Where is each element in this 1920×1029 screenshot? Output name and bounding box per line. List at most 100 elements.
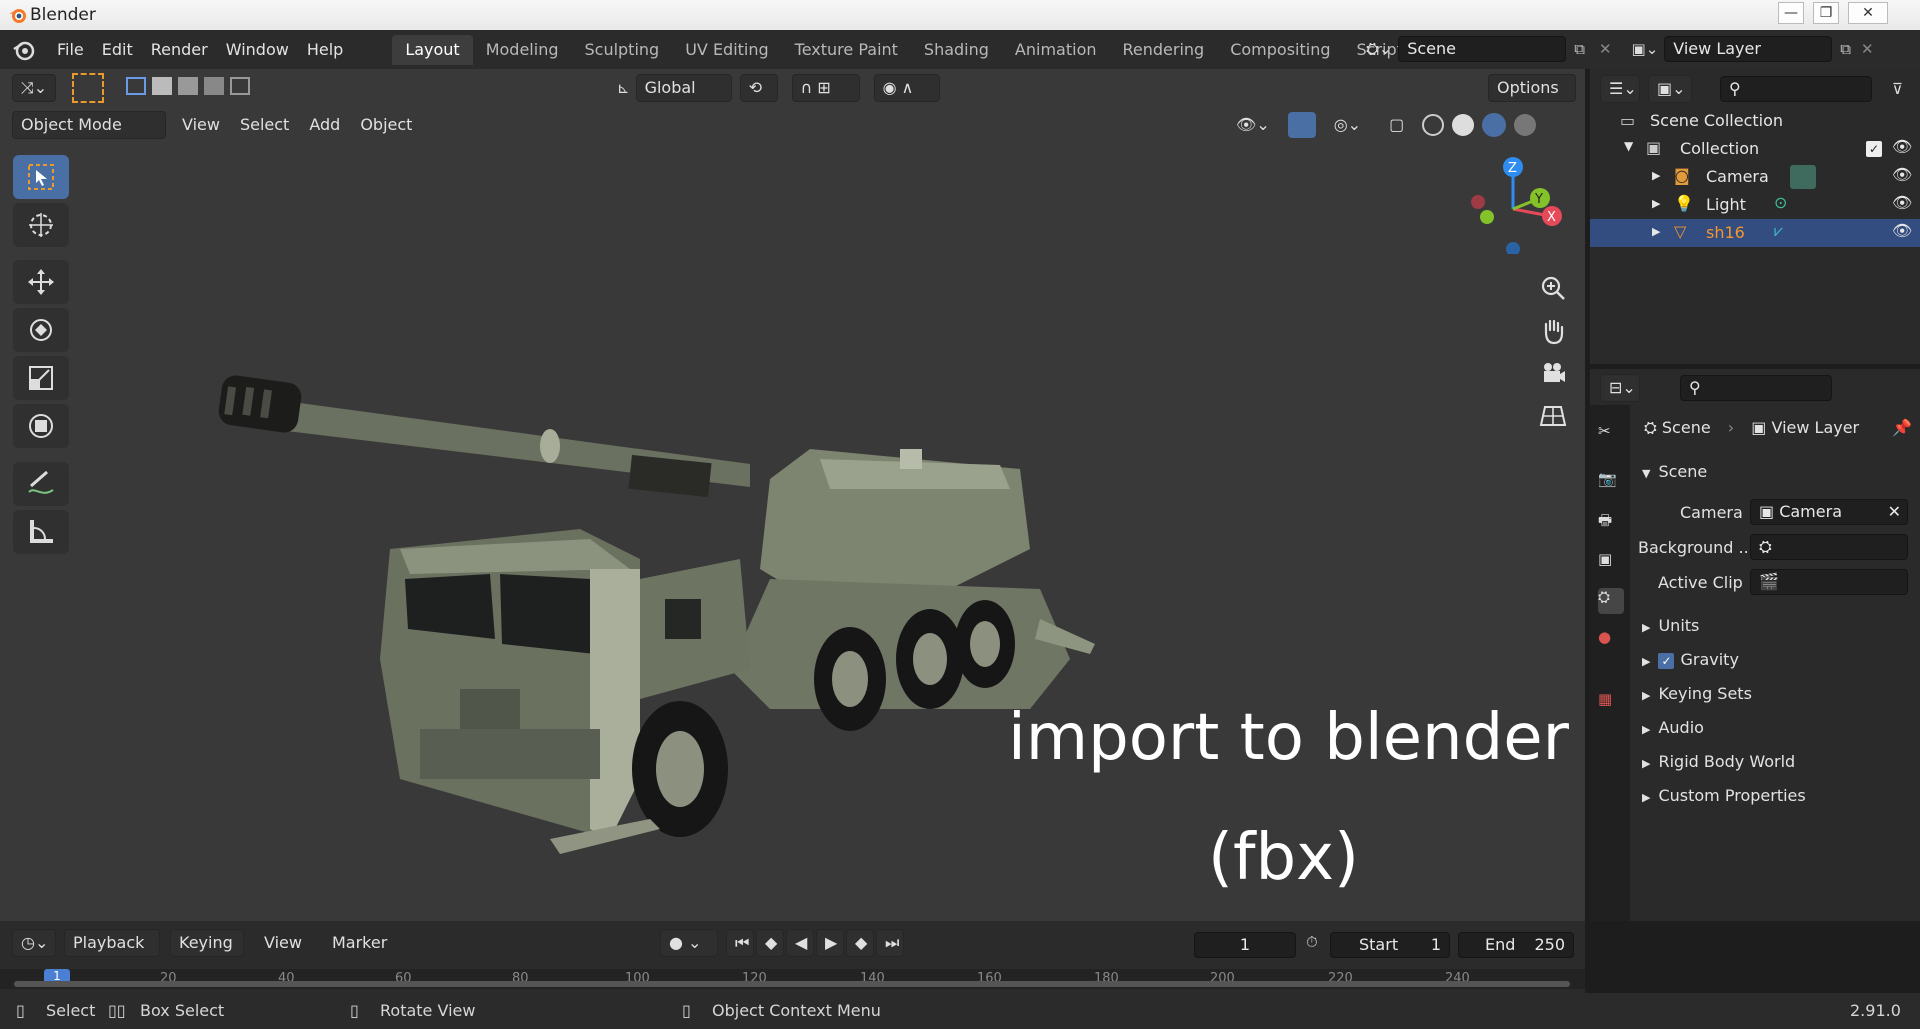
tab-texture-paint[interactable]: Texture Paint: [782, 35, 911, 65]
outliner-search-input[interactable]: ⚲: [1720, 76, 1872, 102]
select-extend-icon[interactable]: [152, 77, 172, 95]
transform-orientation-dropdown[interactable]: Global: [635, 74, 732, 102]
solid-shading-icon[interactable]: [1452, 114, 1475, 136]
editor-type-icon[interactable]: ⤨⌄: [12, 74, 56, 102]
tab-layout[interactable]: Layout: [392, 34, 473, 65]
section-custom-properties[interactable]: ▶ Custom Properties: [1642, 786, 1806, 805]
start-frame-field[interactable]: Start 1: [1330, 932, 1450, 958]
scene-selector[interactable]: Scene: [1398, 36, 1567, 62]
view-layer-selector[interactable]: View Layer: [1664, 36, 1833, 62]
viewport-menu-object[interactable]: Object: [350, 111, 422, 139]
view-layer-icon[interactable]: ▣⌄: [1632, 40, 1659, 58]
section-rigid-body-world[interactable]: ▶ Rigid Body World: [1642, 752, 1795, 771]
new-scene-icon[interactable]: ⧉: [1574, 40, 1585, 58]
filter-icon[interactable]: ⊽: [1892, 80, 1903, 98]
sh16-visibility-icon[interactable]: 👁: [1892, 221, 1912, 240]
outliner-row-sh16[interactable]: ▶ ▽ sh16 ⩗ 👁: [1590, 219, 1920, 247]
current-frame-field[interactable]: 1: [1194, 932, 1296, 958]
clear-camera-icon[interactable]: ✕: [1888, 500, 1901, 524]
tool-measure[interactable]: [13, 510, 69, 554]
tab-rendering[interactable]: Rendering: [1110, 35, 1218, 65]
proportional-edit-icon[interactable]: ◉ ∧: [873, 74, 940, 102]
select-new-icon[interactable]: [126, 77, 146, 95]
texture-properties-icon[interactable]: ▦: [1598, 690, 1624, 716]
menu-help[interactable]: Help: [298, 35, 352, 65]
tab-uv-editing[interactable]: UV Editing: [672, 35, 781, 65]
menu-window[interactable]: Window: [217, 35, 298, 65]
pivot-point-icon[interactable]: ⟲: [739, 74, 778, 102]
collection-visibility-icon[interactable]: 👁: [1892, 137, 1912, 156]
background-scene-field[interactable]: ⛭: [1750, 534, 1908, 560]
scene-icon[interactable]: ⛭⌄: [1366, 39, 1392, 59]
tool-move[interactable]: [13, 260, 69, 304]
select-tool-icon[interactable]: [72, 73, 104, 103]
select-intersect-icon[interactable]: [230, 77, 250, 95]
tool-rotate[interactable]: [13, 308, 69, 352]
prev-keyframe-icon[interactable]: ◆: [756, 929, 784, 957]
auto-keying-button[interactable]: ● ⌄: [660, 929, 718, 957]
tab-compositing[interactable]: Compositing: [1217, 35, 1343, 65]
section-audio[interactable]: ▶ Audio: [1642, 718, 1704, 737]
gizmo-toggle-icon[interactable]: [1287, 112, 1316, 138]
select-invert-icon[interactable]: [204, 77, 224, 95]
light-visibility-icon[interactable]: 👁: [1892, 193, 1912, 212]
play-reverse-icon[interactable]: ◀: [786, 929, 814, 957]
maximize-icon[interactable]: ❐: [1813, 2, 1839, 24]
tool-select[interactable]: [13, 155, 69, 199]
display-mode-icon[interactable]: ▣⌄: [1648, 75, 1692, 103]
perspective-grid-icon[interactable]: [1535, 397, 1571, 433]
timeline-scrollbar[interactable]: [14, 981, 1570, 987]
mesh-data-icon[interactable]: ⩗: [1774, 221, 1783, 241]
marker-menu[interactable]: Marker: [322, 929, 397, 957]
properties-editor-icon[interactable]: ⊟⌄: [1600, 374, 1640, 402]
blender-menu-icon[interactable]: [12, 38, 36, 62]
camera-data-icon[interactable]: [1790, 165, 1816, 189]
outliner-row-collection[interactable]: ▼ ▣ Collection ✓ 👁: [1590, 135, 1920, 163]
pin-icon[interactable]: 📌: [1892, 418, 1912, 437]
tool-annotate[interactable]: [13, 462, 69, 506]
collection-checkbox[interactable]: ✓: [1866, 141, 1882, 157]
tab-shading[interactable]: Shading: [911, 35, 1002, 65]
xray-icon[interactable]: ▢: [1379, 111, 1414, 139]
next-keyframe-icon[interactable]: ◆: [846, 929, 874, 957]
end-frame-field[interactable]: End 250: [1458, 932, 1574, 958]
output-properties-icon[interactable]: 🖶: [1598, 510, 1624, 536]
wireframe-shading-icon[interactable]: [1422, 114, 1445, 136]
tab-sculpting[interactable]: Sculpting: [571, 35, 672, 65]
outliner-row-light[interactable]: ▶ 💡 Light ⊙ 👁: [1590, 191, 1920, 219]
minimize-icon[interactable]: —: [1778, 2, 1804, 24]
overlay-icon[interactable]: ◎⌄: [1324, 111, 1371, 139]
tool-cursor[interactable]: [13, 203, 69, 247]
expand-arrow-icon[interactable]: ▶: [1652, 225, 1660, 238]
select-subtract-icon[interactable]: [178, 77, 198, 95]
active-clip-field[interactable]: 🎬: [1750, 569, 1908, 595]
options-dropdown[interactable]: Options: [1488, 74, 1576, 102]
collapse-arrow-icon[interactable]: ▼: [1624, 139, 1633, 153]
scene-properties-icon[interactable]: ⛭: [1598, 588, 1624, 614]
viewport-menu-add[interactable]: Add: [299, 111, 350, 139]
remove-view-layer-icon[interactable]: ✕: [1861, 40, 1874, 58]
properties-search-input[interactable]: ⚲: [1680, 375, 1832, 401]
outliner-editor-icon[interactable]: ☰⌄: [1600, 75, 1640, 103]
tool-transform[interactable]: [13, 404, 69, 448]
stopwatch-icon[interactable]: ⏱: [1306, 933, 1318, 951]
render-properties-icon[interactable]: 📷: [1598, 470, 1624, 496]
light-data-icon[interactable]: ⊙: [1774, 193, 1787, 212]
close-icon[interactable]: ✕: [1848, 2, 1888, 24]
outliner-row-camera[interactable]: ▶ ◙ Camera 👁: [1590, 163, 1920, 191]
pan-hand-icon[interactable]: [1535, 313, 1571, 349]
section-gravity[interactable]: ▶ ✓ Gravity: [1642, 650, 1739, 669]
snap-icon[interactable]: ∩ ⊞: [791, 74, 860, 102]
rendered-shading-icon[interactable]: [1514, 114, 1537, 136]
gravity-checkbox[interactable]: ✓: [1658, 653, 1675, 669]
new-view-layer-icon[interactable]: ⧉: [1840, 40, 1851, 58]
scene-panel-header[interactable]: ▼ Scene: [1642, 462, 1707, 481]
expand-arrow-icon[interactable]: ▶: [1652, 197, 1660, 210]
play-icon[interactable]: ▶: [816, 929, 844, 957]
menu-render[interactable]: Render: [142, 35, 217, 65]
viewport-menu-view[interactable]: View: [172, 111, 230, 139]
jump-start-icon[interactable]: ⏮: [726, 929, 754, 957]
visibility-icon[interactable]: 👁⌄: [1226, 111, 1280, 139]
section-units[interactable]: ▶ Units: [1642, 616, 1699, 635]
navigation-gizmo[interactable]: Z X Y: [1460, 154, 1570, 254]
